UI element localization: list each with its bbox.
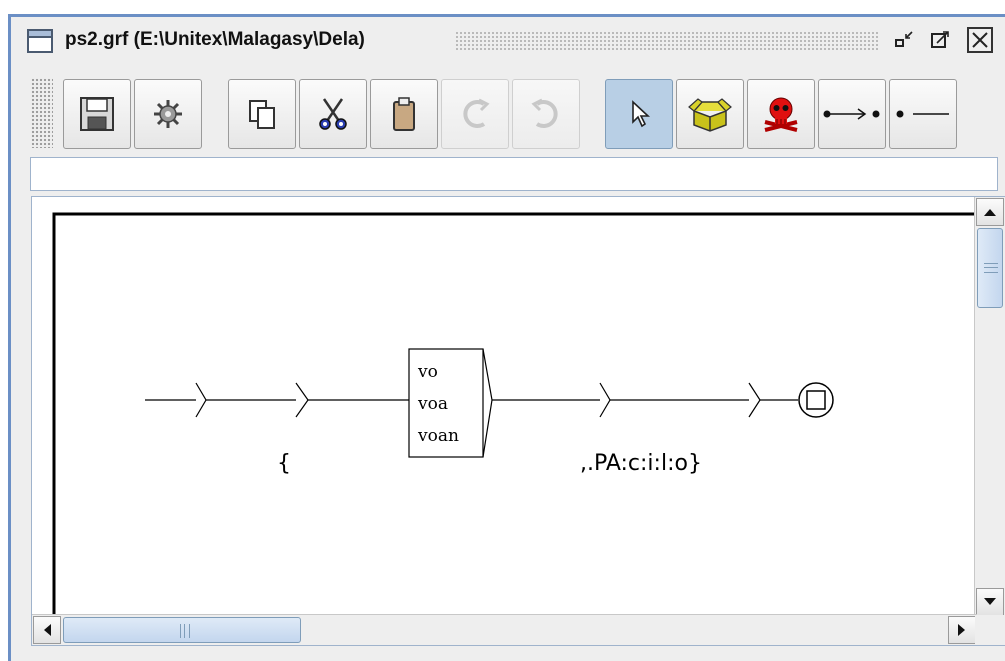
- paste-button[interactable]: [370, 79, 438, 149]
- reverse-link-button[interactable]: [889, 79, 957, 149]
- copy-icon: [249, 100, 275, 129]
- scissors-icon: [319, 98, 347, 130]
- toolbar-grip[interactable]: [31, 78, 53, 148]
- floppy-disk-icon: [80, 97, 114, 131]
- maximize-icon[interactable]: [927, 27, 953, 53]
- clipboard-icon: [393, 97, 415, 131]
- tag-output-label: ,.PA:c:i:l:o}: [580, 451, 702, 476]
- initial-state[interactable]: [145, 382, 207, 418]
- final-state[interactable]: [798, 382, 834, 418]
- open-box-icon: [688, 98, 732, 132]
- save-button[interactable]: [63, 79, 131, 149]
- arrow-up-icon: [984, 209, 996, 216]
- horizontal-scroll-thumb[interactable]: [63, 617, 301, 643]
- graph-frame-border: [52, 212, 977, 617]
- word-box[interactable]: vo voa voan: [408, 348, 493, 458]
- window-icon: [27, 29, 53, 53]
- thumb-grip: [984, 263, 998, 273]
- open-brace-output: {: [277, 451, 291, 476]
- scroll-left-button[interactable]: [33, 616, 61, 644]
- reverse-link-icon: [896, 110, 949, 118]
- box-text-field[interactable]: [30, 157, 998, 191]
- undo-button[interactable]: [512, 79, 580, 149]
- box-line-3: voan: [417, 426, 459, 446]
- transition-link-icon: [823, 108, 880, 120]
- undo-icon: [531, 98, 558, 128]
- graph-window: ps2.grf (E:\Unitex\Malagasy\Dela) {vo v…: [8, 14, 1005, 661]
- vertical-scrollbar[interactable]: [974, 197, 1005, 617]
- scroll-up-button[interactable]: [976, 198, 1004, 226]
- gear-icon: [154, 100, 182, 128]
- arrow-right-icon: [958, 624, 965, 636]
- box-line-1: vo: [417, 362, 438, 382]
- horizontal-scrollbar[interactable]: [32, 614, 977, 645]
- redo-button[interactable]: [441, 79, 509, 149]
- delete-button[interactable]: [747, 79, 815, 149]
- minimize-icon[interactable]: [891, 27, 917, 53]
- title-bar[interactable]: ps2.grf (E:\Unitex\Malagasy\Dela): [11, 17, 1005, 67]
- thumb-grip: [180, 624, 190, 638]
- open-subgraph-button[interactable]: [676, 79, 744, 149]
- redo-icon: [463, 98, 490, 128]
- epsilon-box[interactable]: [492, 382, 611, 418]
- vertical-scroll-thumb[interactable]: [977, 228, 1003, 308]
- arrow-down-icon: [984, 598, 996, 605]
- graph-canvas[interactable]: { vo voa voan ,.PA:c:i:l:o}: [31, 196, 1005, 646]
- pointer-arrow-icon: [632, 100, 651, 128]
- tag-output-box[interactable]: [610, 382, 761, 418]
- skull-crossbones-icon: [764, 97, 798, 132]
- title-bar-grip: [455, 31, 879, 51]
- arrow-left-icon: [44, 624, 51, 636]
- open-brace-box[interactable]: [206, 382, 309, 418]
- cut-button[interactable]: [299, 79, 367, 149]
- compile-button[interactable]: [134, 79, 202, 149]
- scroll-right-button[interactable]: [948, 616, 976, 644]
- box-line-2: voa: [417, 394, 448, 414]
- toolbar: [31, 74, 997, 149]
- close-icon[interactable]: [967, 27, 993, 53]
- select-tool-button[interactable]: [605, 79, 673, 149]
- window-title: ps2.grf (E:\Unitex\Malagasy\Dela): [65, 29, 365, 50]
- graph-drawing: { vo voa voan ,.PA:c:i:l:o}: [52, 212, 977, 617]
- scroll-down-button[interactable]: [976, 588, 1004, 616]
- scroll-corner: [975, 615, 1005, 645]
- link-tool-button[interactable]: [818, 79, 886, 149]
- copy-button[interactable]: [228, 79, 296, 149]
